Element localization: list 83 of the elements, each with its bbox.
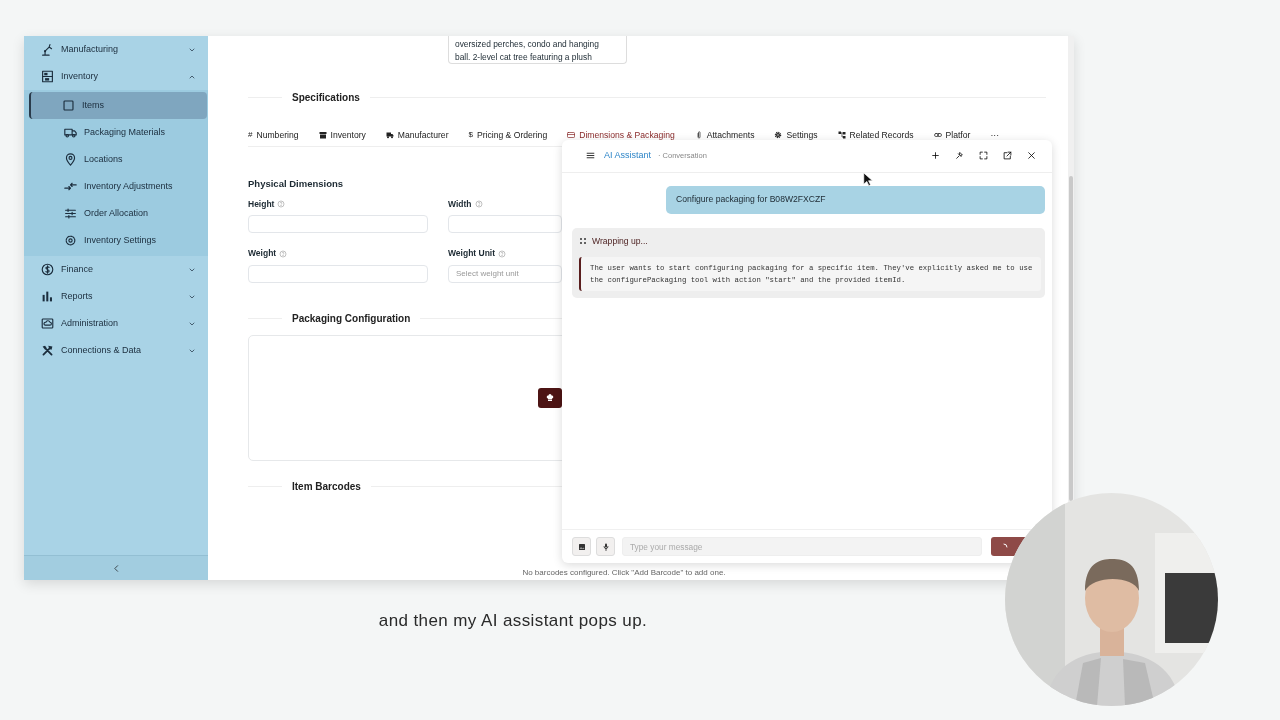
- sidebar-item[interactable]: Manufacturing: [24, 36, 208, 63]
- sidebar-subitem[interactable]: Inventory Settings: [29, 227, 207, 254]
- shelf-icon: [41, 70, 54, 83]
- location-pin-icon: [64, 153, 77, 166]
- truck-icon: [64, 126, 77, 139]
- configure-button[interactable]: [538, 388, 562, 408]
- tab[interactable]: Inventory: [318, 129, 386, 142]
- square-icon: [62, 99, 75, 112]
- tab[interactable]: Dimensions & Packaging: [567, 129, 695, 142]
- input-field[interactable]: [248, 265, 428, 283]
- help-icon: [279, 249, 288, 258]
- menu-icon: [586, 150, 595, 160]
- user-message: Configure packaging for B08W2FXCZF: [666, 186, 1045, 214]
- tab[interactable]: Platfor: [933, 129, 991, 142]
- help-icon: [277, 199, 286, 208]
- panel-title: AI Assistant: [604, 149, 652, 163]
- pop-out-button[interactable]: [1003, 150, 1014, 162]
- arrows-icon: [64, 180, 77, 193]
- monitor-icon: [41, 317, 54, 330]
- sidebar-subitem[interactable]: Items: [29, 92, 207, 119]
- new-chat-button[interactable]: [931, 150, 942, 162]
- link-icon: [933, 131, 942, 140]
- collapse-sidebar-button[interactable]: [111, 563, 121, 573]
- gear-icon: [774, 131, 783, 140]
- section-title: Item Barcodes: [292, 480, 361, 494]
- close-icon: [1027, 150, 1036, 160]
- tab[interactable]: Related Records: [837, 129, 934, 142]
- chef-hat-icon: [546, 394, 554, 402]
- pin-button[interactable]: [955, 150, 966, 162]
- sliders-icon: [64, 207, 77, 220]
- section-title: Specifications: [292, 91, 360, 105]
- sidebar-subitem[interactable]: Locations: [29, 146, 207, 173]
- microphone-button[interactable]: [596, 537, 615, 556]
- field-label: Height: [248, 197, 275, 211]
- fullscreen-button[interactable]: [979, 150, 990, 162]
- sidebar-subitem[interactable]: Packaging Materials: [29, 119, 207, 146]
- image-button[interactable]: [572, 537, 591, 556]
- tools-icon: [41, 344, 54, 357]
- image-icon: [577, 542, 586, 551]
- empty-message: No barcodes configured. Click "Add Barcode" to add one.: [521, 567, 727, 579]
- tab[interactable]: Settings: [774, 129, 838, 142]
- sidebar-item[interactable]: Finance: [24, 256, 208, 283]
- description-field[interactable]: oversized perches, condo and hanging ball. 2-level cat tree featuring a plush: [448, 36, 627, 64]
- status-text: Wrapping up...: [592, 235, 648, 248]
- card-icon: [567, 131, 576, 140]
- dollar-icon: [41, 263, 54, 276]
- truck-icon: [385, 131, 394, 140]
- section-title: Packaging Configuration: [292, 312, 411, 326]
- tab[interactable]: # Numbering: [248, 129, 319, 142]
- plus-icon: [931, 150, 940, 160]
- sidebar-item[interactable]: Administration: [24, 310, 208, 337]
- section-title: Physical Dimensions: [248, 177, 344, 191]
- sidebar-item[interactable]: Inventory: [24, 63, 208, 90]
- sidebar-subitem[interactable]: Inventory Adjustments: [29, 173, 207, 200]
- network-icon: [837, 131, 846, 140]
- tab[interactable]: $ Pricing & Ordering: [468, 129, 568, 142]
- tab[interactable]: Manufacturer: [385, 129, 469, 142]
- external-link-icon: [1003, 150, 1012, 160]
- dots-icon: [579, 237, 587, 246]
- video-caption: and then my AI assistant pops up.: [377, 610, 649, 632]
- input-field[interactable]: [448, 215, 562, 234]
- pin-icon: [955, 150, 964, 160]
- sidebar-item[interactable]: Connections & Data: [24, 337, 208, 364]
- input-field[interactable]: [248, 215, 428, 234]
- field-label: Width: [448, 197, 472, 211]
- help-icon: [474, 199, 483, 208]
- microphone-icon: [601, 542, 610, 551]
- message-input[interactable]: Type your message: [622, 537, 982, 556]
- bar-chart-icon: [41, 290, 54, 303]
- gear-icon: [64, 234, 77, 247]
- robot-arm-icon: [41, 43, 54, 56]
- sidebar-subitem[interactable]: Order Allocation: [29, 200, 207, 227]
- help-icon: [498, 249, 507, 258]
- paperclip-icon: [694, 131, 703, 140]
- more-tabs-button[interactable]: ···: [990, 129, 1019, 142]
- close-button[interactable]: [1027, 150, 1038, 162]
- sidebar-item[interactable]: Reports: [24, 283, 208, 310]
- expand-icon: [979, 150, 988, 160]
- field-label: Weight Unit: [448, 247, 496, 260]
- tab[interactable]: Attachments: [694, 129, 775, 142]
- chevron-left-icon: [111, 563, 121, 573]
- field-label: Weight: [248, 247, 277, 260]
- archive-icon: [318, 131, 327, 140]
